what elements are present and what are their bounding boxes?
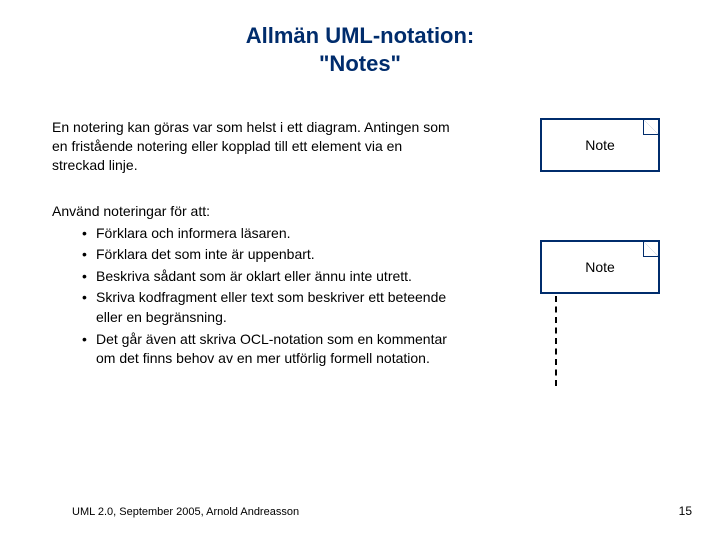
uses-section: Använd noteringar för att: Förklara och … (52, 202, 452, 371)
title-line-1: Allmän UML-notation: (0, 22, 720, 50)
list-item: Förklara det som inte är uppenbart. (82, 245, 452, 265)
list-item: Förklara och informera läsaren. (82, 224, 452, 244)
note-fold-icon (644, 120, 658, 134)
footer-text: UML 2.0, September 2005, Arnold Andreass… (72, 506, 299, 518)
slide-title: Allmän UML-notation: "Notes" (0, 22, 720, 77)
slide: Allmän UML-notation: "Notes" En notering… (0, 0, 720, 540)
uml-note-box-2: Note (540, 240, 660, 294)
list-item: Beskriva sådant som är oklart eller ännu… (82, 267, 452, 287)
list-item: Skriva kodfragment eller text som beskri… (82, 288, 452, 327)
dashed-connector-line (555, 296, 557, 386)
page-number: 15 (679, 504, 692, 518)
uml-note-box-1: Note (540, 118, 660, 172)
note-label: Note (542, 137, 658, 153)
uses-list: Förklara och informera läsaren. Förklara… (52, 224, 452, 369)
title-line-2: "Notes" (0, 50, 720, 78)
intro-paragraph: En notering kan göras var som helst i et… (52, 118, 452, 175)
note-label: Note (542, 259, 658, 275)
uses-heading: Använd noteringar för att: (52, 202, 452, 222)
list-item: Det går även att skriva OCL-notation som… (82, 330, 452, 369)
note-fold-icon (644, 242, 658, 256)
